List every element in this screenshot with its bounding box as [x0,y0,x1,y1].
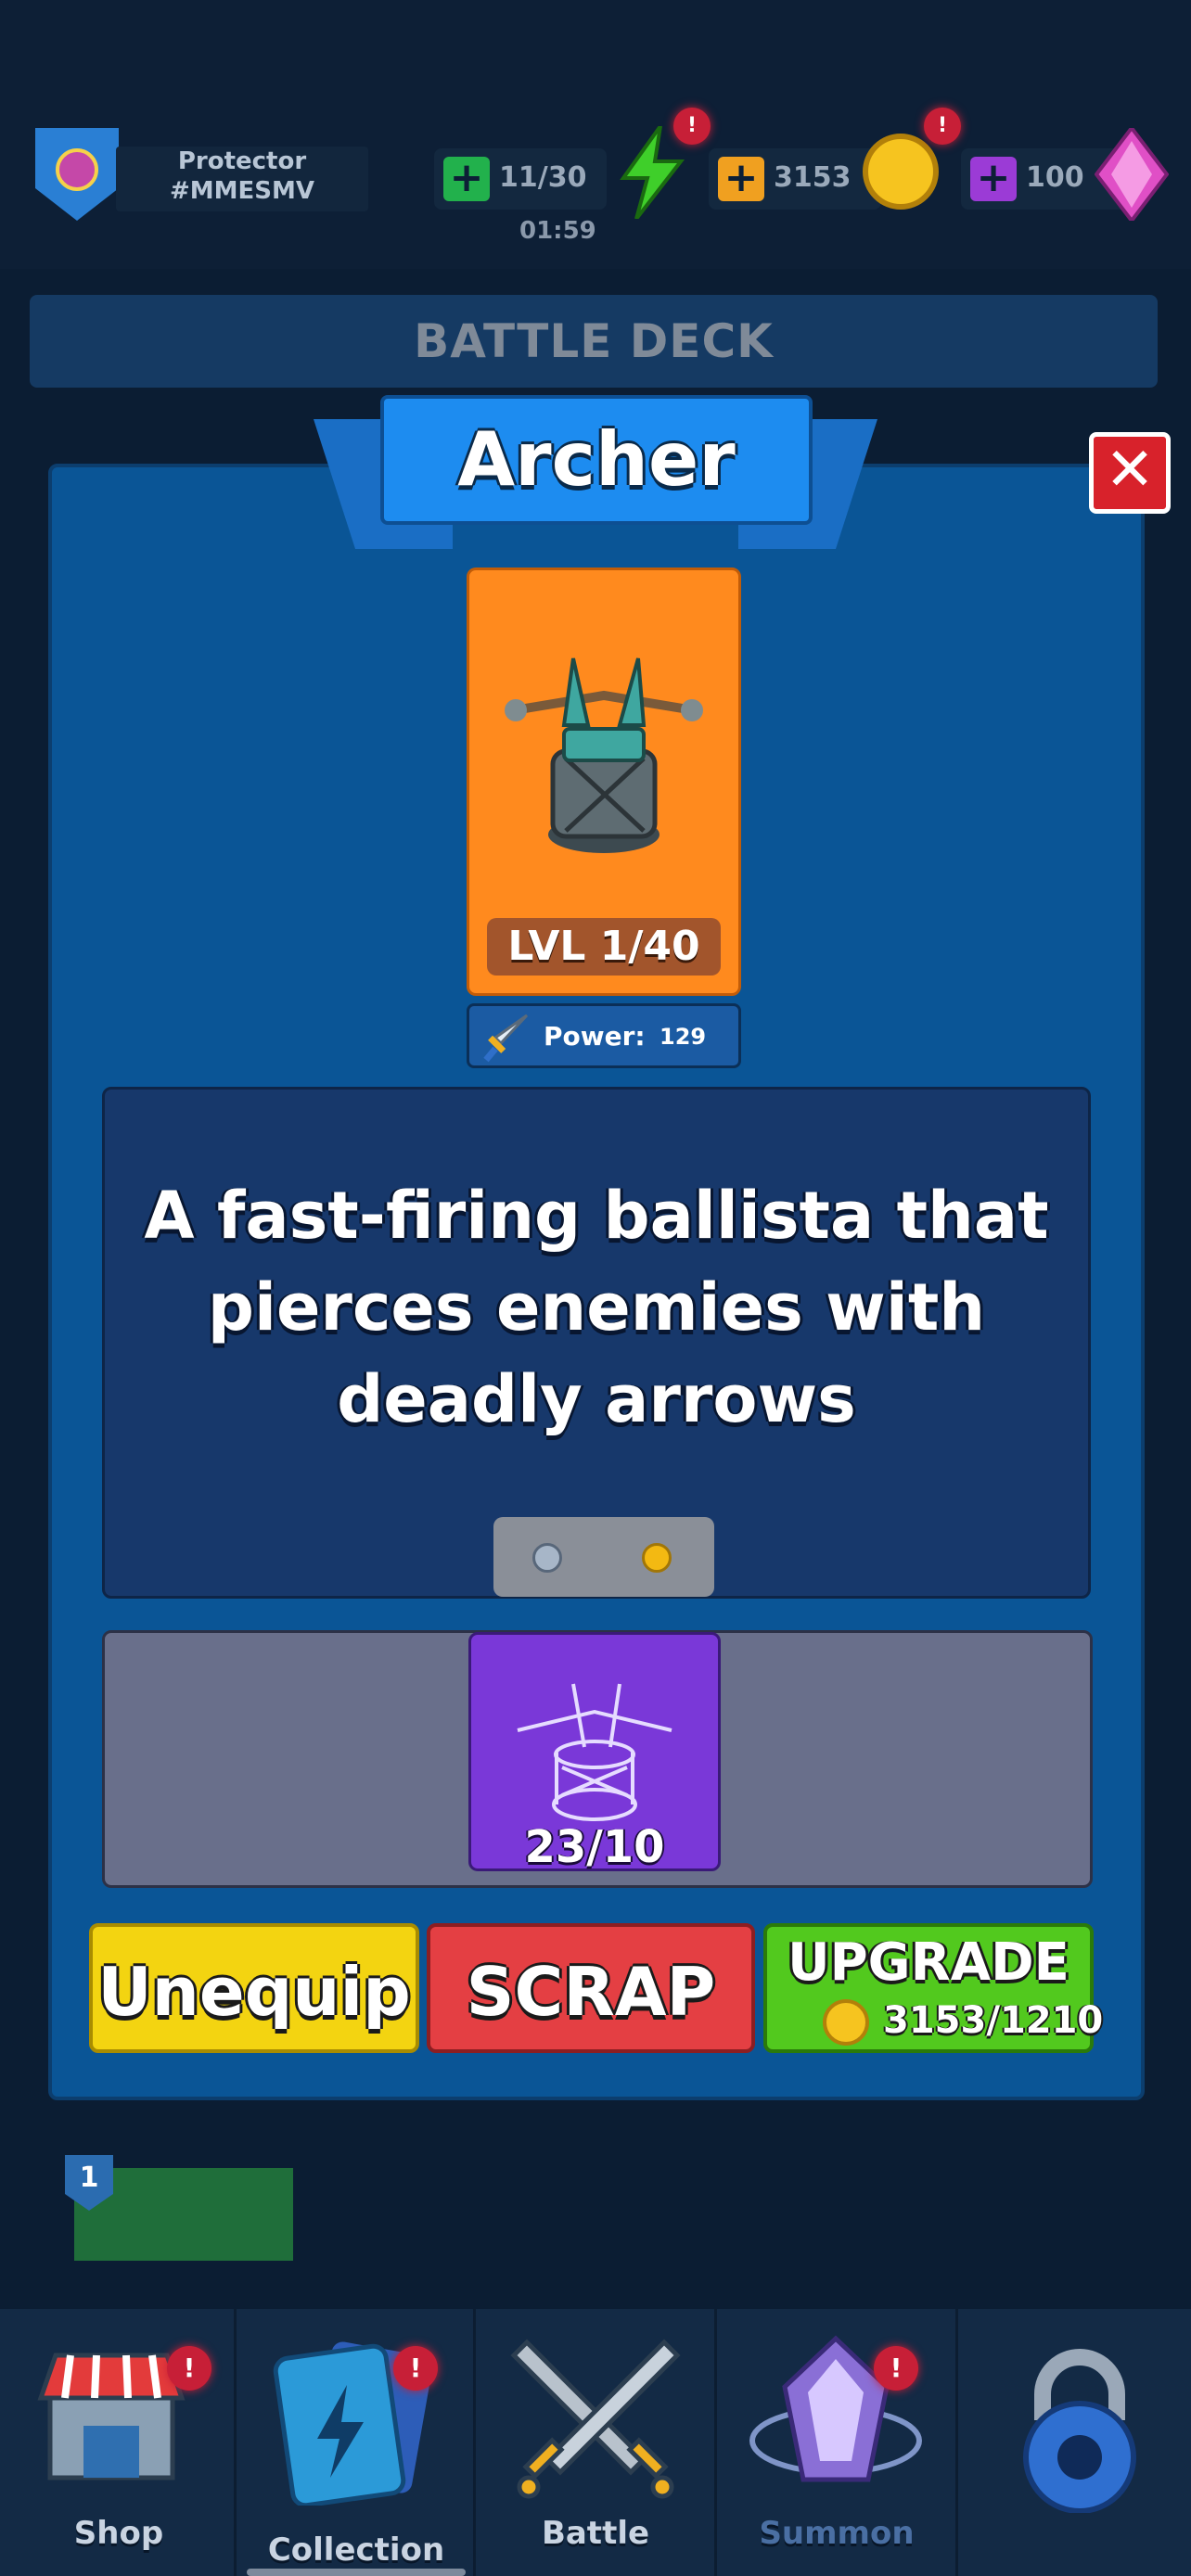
player-info[interactable]: Protector #MMESMV [116,147,368,211]
add-coins-button[interactable]: + [718,157,764,201]
energy-counter[interactable]: + 11/30 [434,148,607,210]
archer-tower-icon [505,657,703,853]
pager-dot-2[interactable] [642,1543,672,1573]
energy-alert-badge: ! [673,108,711,145]
lightning-icon [620,126,685,219]
description-pager[interactable] [493,1517,714,1597]
add-energy-button[interactable]: + [443,157,490,201]
upgrade-cost: 3153/1210 [883,1999,1104,2042]
active-tab-indicator [247,2569,466,2576]
battle-deck-header: BATTLE DECK [30,295,1158,388]
nav-divider [955,2309,958,2576]
coin-alert-badge: ! [924,108,961,145]
nav-locked[interactable] [959,2309,1191,2576]
nav-label-summon: Summon [759,2515,915,2552]
nav-label-battle: Battle [541,2515,650,2552]
nav-label-collection: Collection [267,2531,445,2569]
coin-value: 3153 [774,161,852,194]
nav-divider [714,2309,717,2576]
power-label: Power: [544,1021,646,1052]
sword-icon [483,1014,529,1063]
energy-value: 11/30 [499,161,587,194]
power-value: 129 [660,1024,707,1050]
shard-count: 23/10 [524,1821,665,1873]
close-icon: ✕ [1105,436,1155,504]
coin-icon [863,134,939,210]
scrap-button[interactable]: SCRAP [427,1923,755,2053]
nav-summon[interactable]: ! Summon [718,2309,955,2576]
gem-value: 100 [1026,161,1084,194]
coin-icon [823,1999,869,2046]
pager-dot-1[interactable] [532,1543,562,1573]
nav-battle[interactable]: Battle [477,2309,714,2576]
unequip-label: Unequip [97,1953,411,2031]
card-level: LVL 1/40 [487,918,721,976]
energy-timer: 01:59 [519,217,596,245]
shop-alert-badge: ! [167,2346,211,2391]
player-name: Protector [177,147,307,175]
summon-alert-badge: ! [874,2346,918,2391]
nav-label-shop: Shop [73,2515,164,2552]
upgrade-label: UPGRADE [788,1932,1069,1993]
archer-outline-icon [517,1683,672,1821]
nav-shop[interactable]: ! Shop [0,2309,237,2576]
coin-counter[interactable]: + 3153 [709,148,881,210]
card-description: A fast-firing ballista that pierces enem… [144,1178,1049,1437]
gem-icon [1095,128,1169,221]
shop-icon [37,2353,186,2480]
add-gems-button[interactable]: + [970,157,1017,201]
upgrade-button[interactable]: UPGRADE 3153/1210 [763,1923,1103,2053]
card-title: Archer [457,416,736,503]
collection-alert-badge: ! [393,2346,438,2391]
nav-collection[interactable]: ! Collection [237,2309,475,2576]
close-button[interactable]: ✕ [1089,432,1171,514]
battle-icon [510,2339,681,2499]
scrap-label: SCRAP [466,1953,716,2031]
lock-icon [1023,2349,1136,2513]
unequip-button[interactable]: Unequip [89,1923,419,2053]
power-panel: Power: 129 [467,1003,741,1068]
player-tag: #MMESMV [169,177,314,205]
